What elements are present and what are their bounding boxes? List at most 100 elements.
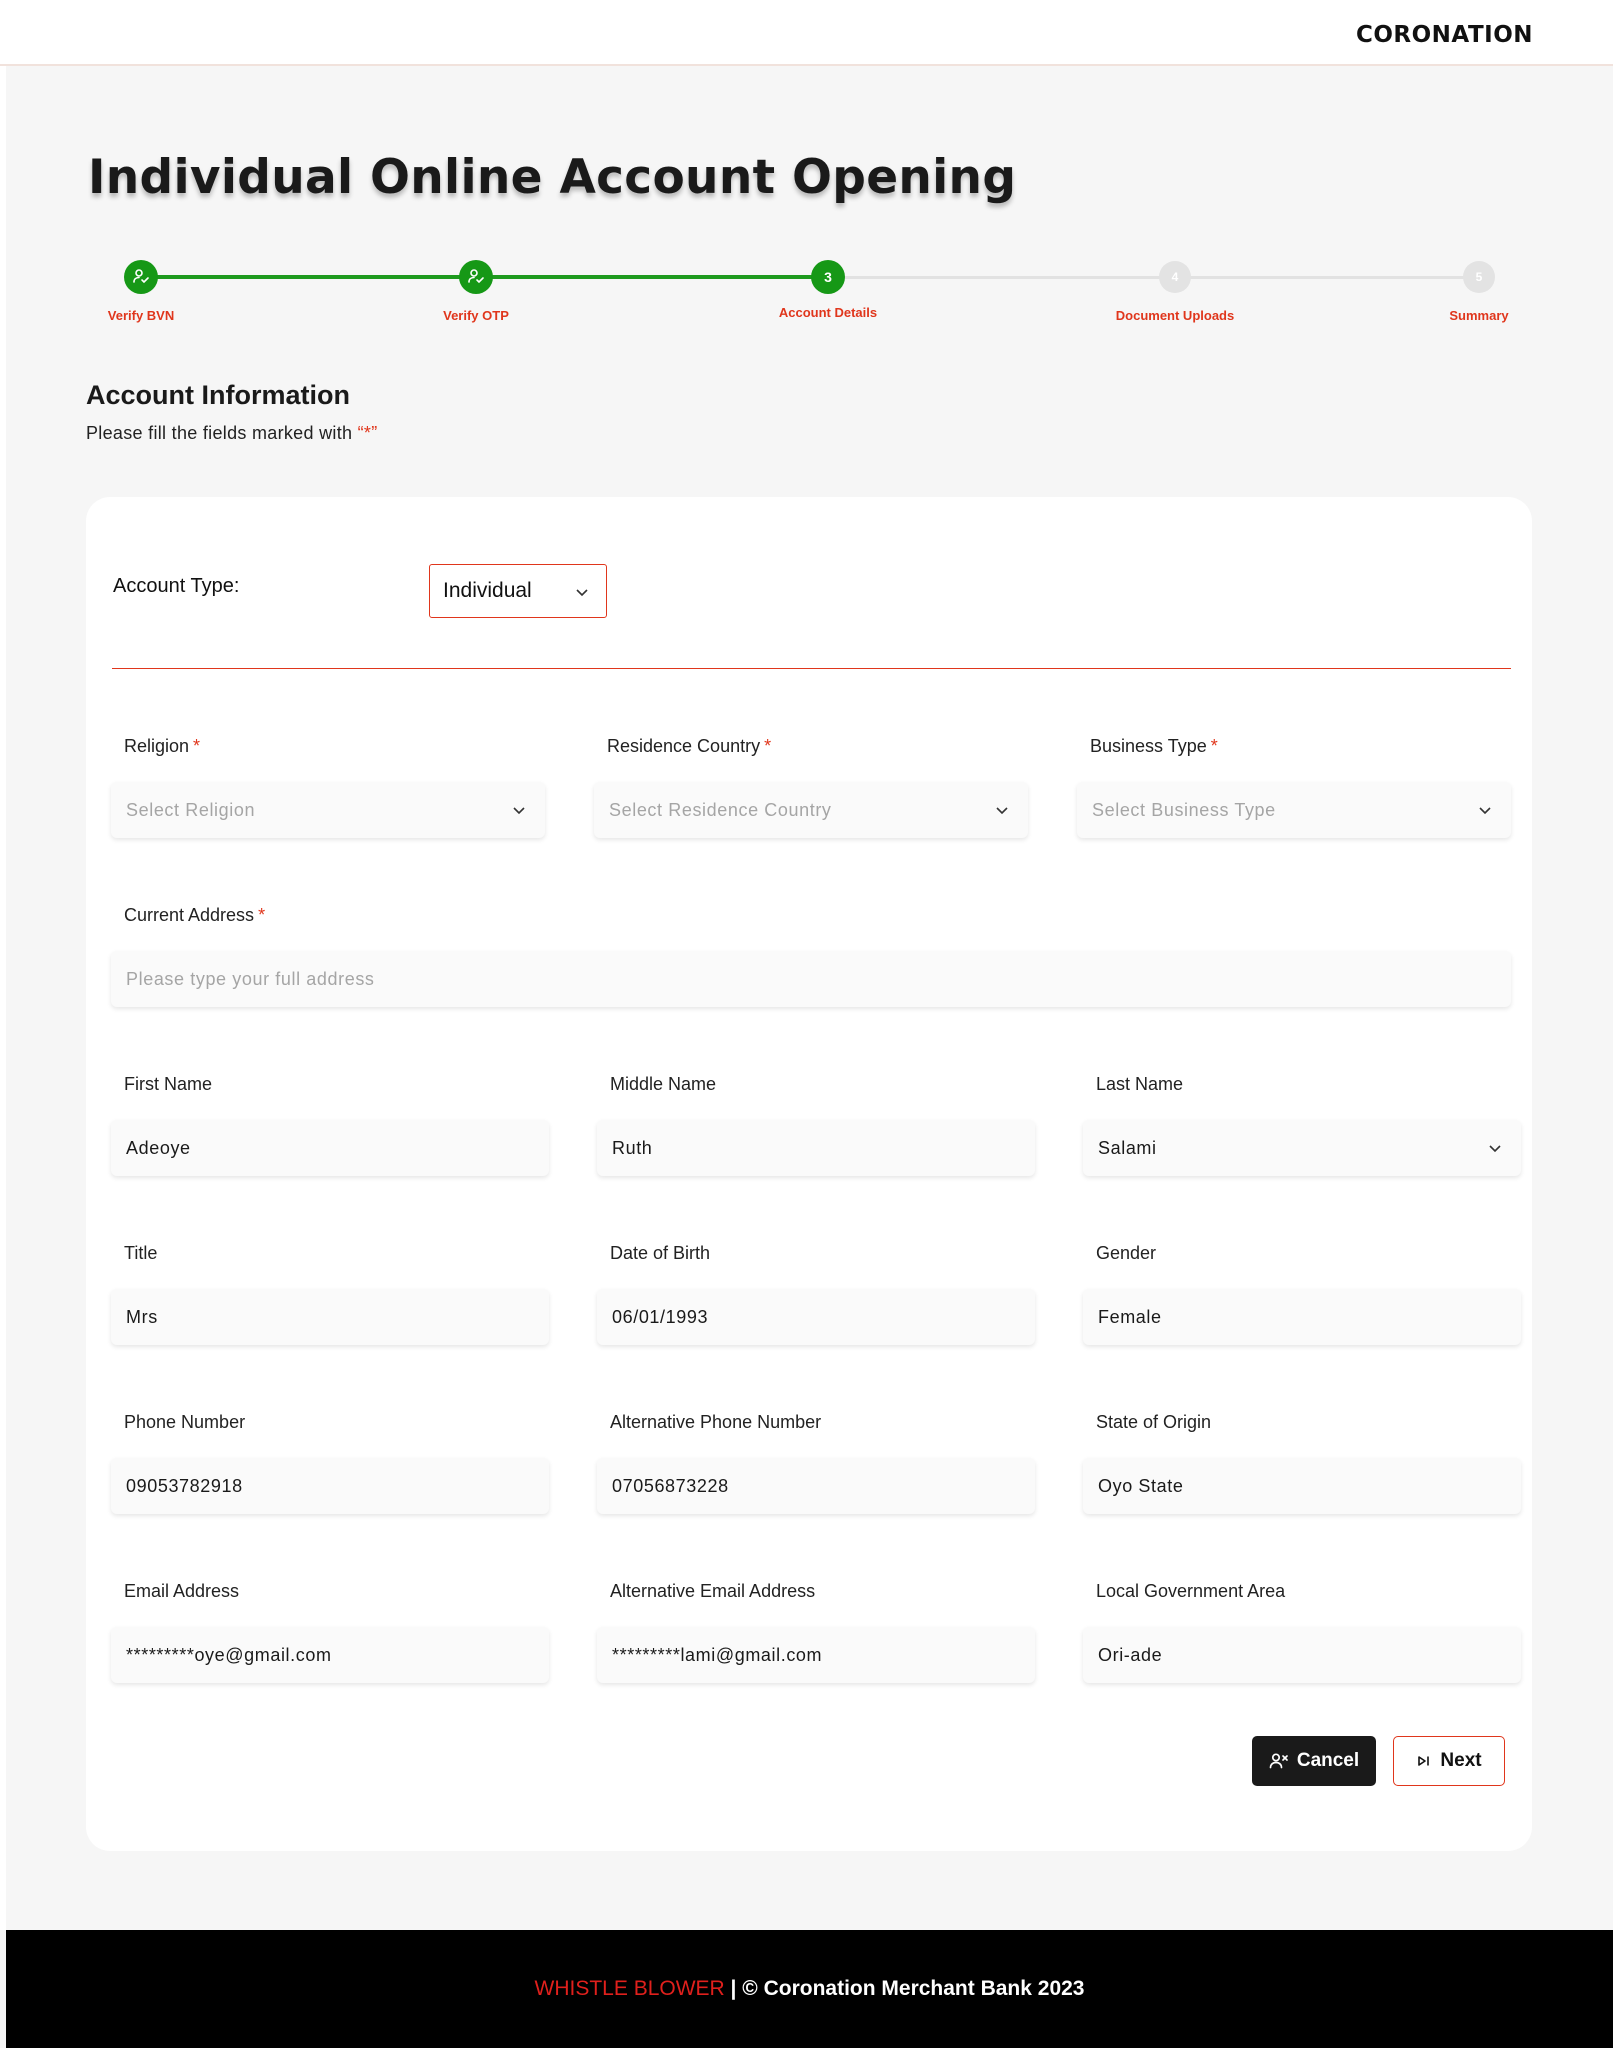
next-button-label: Next bbox=[1440, 1750, 1482, 1771]
chevron-down-icon bbox=[574, 582, 590, 606]
middle-name-value: Ruth bbox=[612, 1137, 653, 1158]
cancel-button[interactable]: Cancel bbox=[1252, 1736, 1376, 1786]
footer-separator: | bbox=[724, 1977, 743, 2000]
religion-label: Religion * bbox=[124, 736, 200, 757]
footer-copyright: © Coronation Merchant Bank 2023 bbox=[742, 1977, 1085, 2000]
user-check-icon bbox=[132, 267, 150, 288]
step-3-account-details[interactable]: 3 bbox=[811, 260, 845, 294]
step-label-summary: Summary bbox=[1449, 308, 1509, 323]
account-type-value: Individual bbox=[443, 579, 532, 602]
first-name-label: First Name bbox=[124, 1074, 213, 1094]
last-name-select[interactable]: Salami bbox=[1083, 1120, 1521, 1176]
section-subtitle: Please fill the fields marked with “*” bbox=[86, 423, 378, 444]
required-asterisk: * bbox=[193, 736, 201, 756]
section-divider bbox=[112, 668, 1511, 669]
user-check-icon bbox=[467, 267, 485, 288]
stepper-connector-1 bbox=[141, 275, 476, 279]
residence-country-placeholder: Select Residence Country bbox=[609, 799, 832, 820]
first-name-value: Adeoye bbox=[126, 1137, 191, 1158]
state-of-origin-label: State of Origin bbox=[1096, 1412, 1212, 1432]
residence-country-select[interactable]: Select Residence Country bbox=[594, 782, 1028, 838]
gender-input[interactable]: Female bbox=[1083, 1289, 1521, 1345]
lga-value: Ori-ade bbox=[1098, 1644, 1163, 1665]
top-header: CORONATION bbox=[0, 0, 1613, 66]
state-of-origin-value: Oyo State bbox=[1098, 1475, 1184, 1496]
religion-label-text: Religion bbox=[124, 736, 190, 756]
last-name-label: Last Name bbox=[1096, 1074, 1184, 1094]
email-value: *********oye@gmail.com bbox=[126, 1644, 332, 1665]
alt-phone-input[interactable]: 07056873228 bbox=[597, 1458, 1035, 1514]
left-edge bbox=[0, 66, 6, 1930]
title-input[interactable]: Mrs bbox=[111, 1289, 549, 1345]
residence-country-label-text: Residence Country bbox=[607, 736, 761, 756]
account-form-card: Account Type: Individual Religion * Selec… bbox=[86, 497, 1532, 1851]
step-label-verify-otp: Verify OTP bbox=[443, 308, 509, 323]
required-asterisk: * bbox=[764, 736, 772, 756]
required-asterisk: * bbox=[1210, 736, 1218, 756]
state-of-origin-input[interactable]: Oyo State bbox=[1083, 1458, 1521, 1514]
lga-input[interactable]: Ori-ade bbox=[1083, 1627, 1521, 1683]
phone-value: 09053782918 bbox=[126, 1475, 243, 1496]
current-address-input[interactable]: Please type your full address bbox=[111, 951, 1511, 1007]
chevron-down-icon bbox=[511, 802, 527, 823]
residence-country-label: Residence Country * bbox=[607, 736, 771, 757]
phone-input[interactable]: 09053782918 bbox=[111, 1458, 549, 1514]
stepper-connector-4 bbox=[1175, 276, 1479, 279]
step-4-document-uploads[interactable]: 4 bbox=[1159, 261, 1191, 293]
dob-label: Date of Birth bbox=[610, 1243, 711, 1263]
skip-forward-icon bbox=[1416, 1753, 1432, 1769]
alt-email-value: *********lami@gmail.com bbox=[612, 1644, 823, 1665]
gender-value: Female bbox=[1098, 1306, 1162, 1327]
user-remove-icon bbox=[1269, 1752, 1289, 1770]
step-label-document-uploads: Document Uploads bbox=[1115, 308, 1235, 323]
religion-placeholder: Select Religion bbox=[126, 799, 256, 820]
first-name-input[interactable]: Adeoye bbox=[111, 1120, 549, 1176]
business-type-select[interactable]: Select Business Type bbox=[1077, 782, 1511, 838]
next-button[interactable]: Next bbox=[1393, 1736, 1505, 1786]
title-label: Title bbox=[124, 1243, 158, 1263]
business-type-label-text: Business Type bbox=[1090, 736, 1207, 756]
email-label: Email Address bbox=[124, 1581, 240, 1601]
step-2-verify-otp[interactable] bbox=[459, 260, 493, 294]
chevron-down-icon bbox=[994, 802, 1010, 823]
last-name-value: Salami bbox=[1098, 1137, 1157, 1158]
stepper-connector-2 bbox=[476, 275, 828, 279]
step-1-verify-bvn[interactable] bbox=[124, 260, 158, 294]
progress-stepper: 3 4 5 Verify BVN Verify OTP Account Deta… bbox=[0, 258, 1613, 328]
gender-label: Gender bbox=[1096, 1243, 1157, 1263]
section-subtitle-text: Please fill the fields marked with bbox=[86, 423, 353, 443]
dob-value: 06/01/1993 bbox=[612, 1306, 709, 1327]
alt-email-label: Alternative Email Address bbox=[610, 1581, 816, 1601]
footer: WHISTLE BLOWER | © Coronation Merchant B… bbox=[6, 1930, 1613, 2048]
lga-label: Local Government Area bbox=[1096, 1581, 1286, 1601]
phone-label: Phone Number bbox=[124, 1412, 246, 1432]
coronation-logo[interactable]: CORONATION bbox=[1356, 22, 1533, 48]
alt-phone-label: Alternative Phone Number bbox=[610, 1412, 822, 1432]
business-type-label: Business Type * bbox=[1090, 736, 1218, 757]
section-title: Account Information bbox=[86, 380, 350, 410]
current-address-placeholder: Please type your full address bbox=[126, 968, 375, 989]
chevron-down-icon bbox=[1487, 1140, 1503, 1161]
page-title: Individual Online Account Opening bbox=[88, 150, 1017, 205]
dob-input[interactable]: 06/01/1993 bbox=[597, 1289, 1035, 1345]
current-address-label-text: Current Address bbox=[124, 905, 255, 925]
email-input[interactable]: *********oye@gmail.com bbox=[111, 1627, 549, 1683]
account-type-label: Account Type: bbox=[113, 575, 240, 597]
alt-phone-value: 07056873228 bbox=[612, 1475, 729, 1496]
stepper-connector-3 bbox=[828, 276, 1175, 279]
step-label-account-details: Account Details bbox=[778, 305, 878, 320]
account-type-select[interactable]: Individual bbox=[429, 564, 607, 618]
step-label-verify-bvn: Verify BVN bbox=[107, 308, 175, 323]
required-marker: “*” bbox=[357, 423, 378, 443]
cancel-button-label: Cancel bbox=[1296, 1750, 1360, 1771]
required-asterisk: * bbox=[258, 905, 266, 925]
whistle-blower-link[interactable]: WHISTLE BLOWER bbox=[535, 1977, 725, 2001]
chevron-down-icon bbox=[1477, 802, 1493, 823]
middle-name-input[interactable]: Ruth bbox=[597, 1120, 1035, 1176]
step-5-summary[interactable]: 5 bbox=[1463, 261, 1495, 293]
business-type-placeholder: Select Business Type bbox=[1092, 799, 1276, 820]
religion-select[interactable]: Select Religion bbox=[111, 782, 545, 838]
alt-email-input[interactable]: *********lami@gmail.com bbox=[597, 1627, 1035, 1683]
middle-name-label: Middle Name bbox=[610, 1074, 717, 1094]
title-value: Mrs bbox=[126, 1306, 158, 1327]
